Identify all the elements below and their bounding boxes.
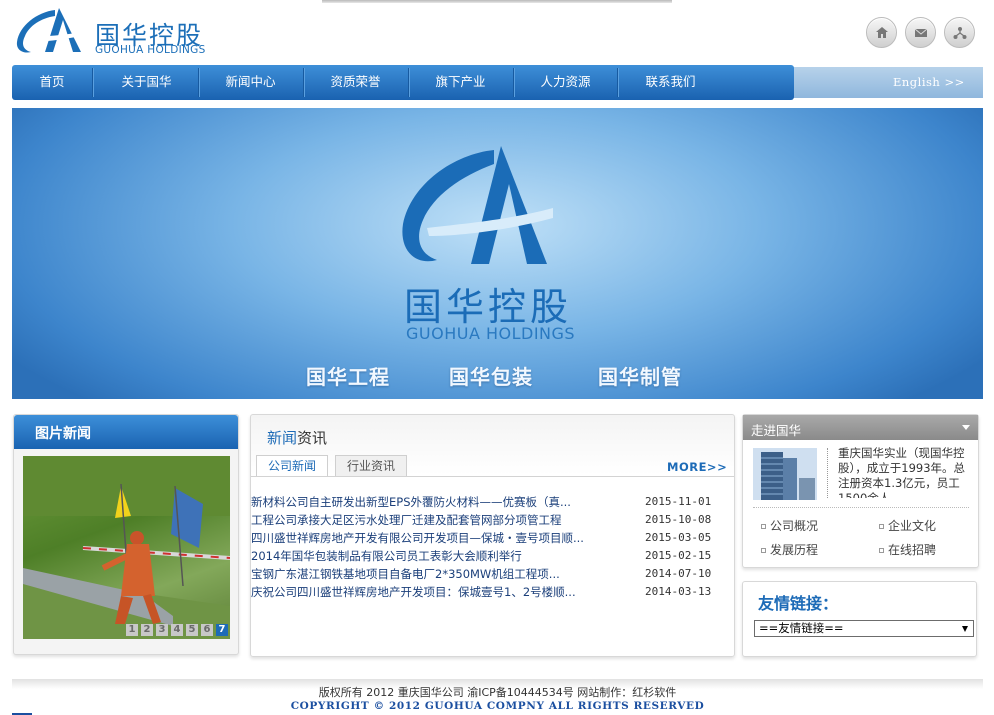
news-panel-title: 新闻资讯	[267, 427, 327, 448]
about-divider	[827, 448, 828, 498]
sitemap-button[interactable]	[944, 17, 975, 48]
about-header[interactable]: 走进国华	[743, 415, 978, 440]
pager-page-1[interactable]: 1	[126, 624, 138, 636]
friend-links-title: 友情链接：	[758, 594, 839, 613]
about-summary: 重庆国华实业（现国华控股），成立于1993年。总注册资本1.3亿元，员工1500…	[838, 446, 966, 498]
pager-page-4[interactable]: 4	[171, 624, 183, 636]
about-title: 走进国华	[751, 423, 802, 438]
nav-item-about[interactable]: 关于国华	[104, 65, 189, 100]
friend-links-select[interactable]: ==友情链接==	[754, 620, 974, 637]
banner-logo-icon	[402, 146, 553, 264]
news-title-rest: 资讯	[297, 429, 328, 447]
banner-brand-cn: 国华控股	[404, 285, 573, 329]
news-item-date: 2015-11-01	[645, 495, 712, 508]
footer-copyright-cn: 版权所有 2012 重庆国华公司 渝ICP备10444534号 网站制作：红杉软…	[318, 686, 677, 699]
pager-page-3[interactable]: 3	[156, 624, 168, 636]
about-link-recruitment[interactable]: 在线招聘	[879, 541, 936, 558]
mail-icon	[914, 28, 927, 37]
banner-tag-pipes: 国华制管	[598, 365, 682, 389]
english-link[interactable]: English >>	[893, 75, 965, 89]
news-item-date: 2014-07-10	[645, 567, 712, 580]
picture-news-panel: 图片新闻 1 2 3 4 5 6 7	[13, 414, 239, 655]
news-panel: 新闻资讯 公司新闻 行业资讯 MORE>> 新材料公司自主研发出新型EPS外覆防…	[250, 414, 735, 657]
about-link-history[interactable]: 发展历程	[761, 541, 818, 558]
mail-button[interactable]	[905, 17, 936, 48]
site-logo[interactable]: 国华控股 GUOHUA HOLDINGS	[15, 6, 215, 58]
nav-item-contact[interactable]: 联系我们	[628, 65, 713, 100]
sitemap-icon	[953, 26, 966, 39]
nav-divider	[303, 68, 304, 97]
about-panel: 走进国华 重庆国华实业（现国华控股），成立于1993年。总注册资本1.3亿元，员…	[742, 414, 979, 568]
news-item-date: 2015-02-15	[645, 549, 712, 562]
news-item-title[interactable]: 工程公司承接大足区污水处理厂迁建及配套管网部分项管工程	[251, 511, 562, 529]
pager-page-2[interactable]: 2	[141, 624, 153, 636]
news-item-date: 2014-03-13	[645, 585, 712, 598]
pager-page-7[interactable]: 7	[216, 624, 228, 636]
picture-news-header: 图片新闻	[14, 415, 238, 449]
hero-banner: 国华控股 GUOHUA HOLDINGS 国华工程 国华包装 国华制管	[12, 108, 983, 399]
tab-industry-news[interactable]: 行业资讯	[335, 455, 408, 477]
about-link-label: 在线招聘	[888, 543, 937, 557]
footer: 版权所有 2012 重庆国华公司 渝ICP备10444534号 网站制作：红杉软…	[12, 679, 983, 715]
picture-news-pager: 1 2 3 4 5 6 7	[126, 624, 228, 636]
building-image	[753, 448, 817, 500]
news-item-title[interactable]: 四川盛世祥辉房地产开发有限公司开发项目—保城・壹号项目顺...	[251, 529, 584, 547]
tab-company-news[interactable]: 公司新闻	[256, 455, 329, 477]
worker-photo-image	[23, 456, 230, 639]
news-list-item[interactable]: 庆祝公司四川盛世祥辉房地产开发项目：保城壹号1、2号楼顺... 2014-03-…	[251, 583, 721, 601]
news-list-item[interactable]: 2014年国华包装制品有限公司员工表彰大会顺利举行 2015-02-15	[251, 547, 721, 565]
friend-links-panel: 友情链接： ==友情链接==	[742, 581, 977, 657]
about-separator	[753, 507, 969, 508]
top-shadow-bar	[322, 0, 672, 3]
banner-tag-packaging: 国华包装	[449, 365, 533, 389]
friend-links-selected: ==友情链接==	[759, 621, 844, 635]
nav-item-industries[interactable]: 旗下产业	[418, 65, 503, 100]
nav-item-home[interactable]: 首页	[22, 65, 82, 100]
bullet-square-icon	[879, 524, 884, 529]
news-item-date: 2015-10-08	[645, 513, 712, 526]
news-item-title[interactable]: 2014年国华包装制品有限公司员工表彰大会顺利举行	[251, 547, 522, 565]
news-list-item[interactable]: 工程公司承接大足区污水处理厂迁建及配套管网部分项管工程 2015-10-08	[251, 511, 721, 529]
news-title-highlight: 新闻	[267, 429, 298, 447]
news-list-item[interactable]: 宝钢广东湛江钢铁基地项目自备电厂2*350MW机组工程项... 2014-07-…	[251, 565, 721, 583]
news-item-title[interactable]: 宝钢广东湛江钢铁基地项目自备电厂2*350MW机组工程项...	[251, 565, 560, 583]
about-link-label: 发展历程	[770, 543, 819, 557]
home-icon	[875, 27, 888, 38]
picture-news-photo[interactable]: 1 2 3 4 5 6 7	[23, 456, 230, 639]
bullet-square-icon	[761, 548, 766, 553]
about-link-culture[interactable]: 企业文化	[879, 517, 936, 534]
nav-item-honors[interactable]: 资质荣誉	[313, 65, 398, 100]
picture-news-title: 图片新闻	[35, 426, 91, 442]
about-link-label: 公司概况	[770, 519, 819, 533]
footer-copyright-en: COPYRIGHT © 2012 GUOHUA COMPNY ALL RIGHT…	[290, 700, 705, 712]
banner-brand-en: GUOHUA HOLDINGS	[406, 324, 576, 343]
bullet-square-icon	[761, 524, 766, 529]
chevron-down-icon	[962, 425, 970, 430]
logo-mark-icon	[16, 8, 81, 53]
news-item-date: 2015-03-05	[645, 531, 712, 544]
news-list-item[interactable]: 新材料公司自主研发出新型EPS外覆防火材料——优赛板（真... 2015-11-…	[251, 493, 721, 511]
about-link-overview[interactable]: 公司概况	[761, 517, 818, 534]
building-photo[interactable]	[753, 448, 817, 500]
nav-divider	[513, 68, 514, 97]
nav-divider	[617, 68, 618, 97]
tab-divider	[251, 476, 734, 477]
more-link[interactable]: MORE>>	[667, 460, 727, 474]
home-button[interactable]	[866, 17, 897, 48]
nav-divider	[198, 68, 199, 97]
banner-tag-engineering: 国华工程	[306, 365, 390, 389]
about-link-label: 企业文化	[888, 519, 937, 533]
news-item-title[interactable]: 新材料公司自主研发出新型EPS外覆防火材料——优赛板（真...	[251, 493, 571, 511]
chevron-down-icon	[962, 626, 968, 632]
nav-item-hr[interactable]: 人力资源	[523, 65, 608, 100]
news-list-item[interactable]: 四川盛世祥辉房地产开发有限公司开发项目—保城・壹号项目顺... 2015-03-…	[251, 529, 721, 547]
nav-item-news[interactable]: 新闻中心	[208, 65, 293, 100]
logo-name-en: GUOHUA HOLDINGS	[95, 44, 206, 56]
news-item-title[interactable]: 庆祝公司四川盛世祥辉房地产开发项目：保城壹号1、2号楼顺...	[251, 583, 576, 601]
pager-page-6[interactable]: 6	[201, 624, 213, 636]
bullet-square-icon	[879, 548, 884, 553]
pager-page-5[interactable]: 5	[186, 624, 198, 636]
nav-divider	[408, 68, 409, 97]
nav-divider	[92, 68, 93, 97]
